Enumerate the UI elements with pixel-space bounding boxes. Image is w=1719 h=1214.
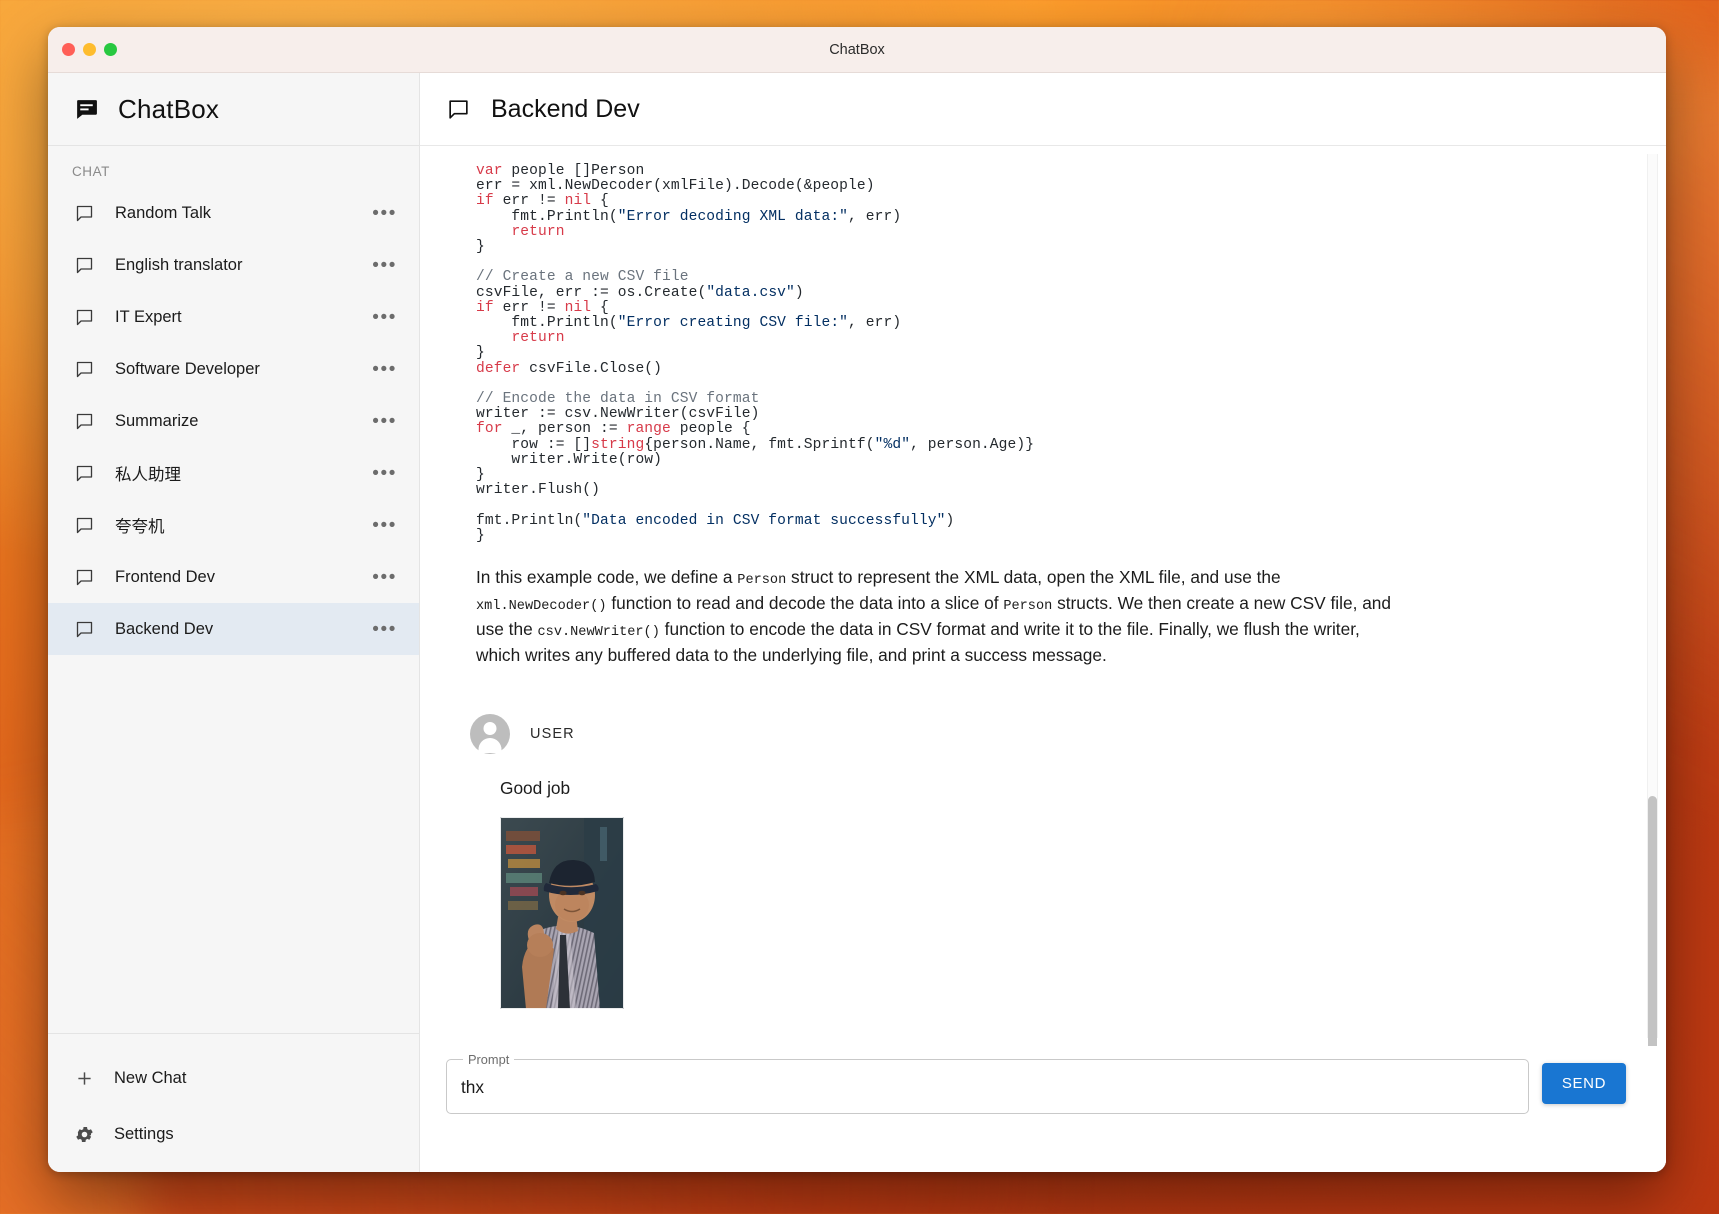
chat-section-label: CHAT	[48, 152, 419, 187]
window-titlebar: ChatBox	[48, 27, 1666, 73]
app-window: ChatBox ChatBox CHAT Random Talk•••Engli…	[48, 27, 1666, 1172]
chat-outline-icon	[74, 411, 95, 432]
prompt-input[interactable]: Prompt thx	[446, 1052, 1529, 1114]
sidebar-item-label: IT Expert	[115, 308, 352, 327]
inline-code: csv.NewWriter()	[538, 625, 660, 640]
sidebar-item-8[interactable]: Frontend Dev •••	[48, 551, 419, 603]
send-button[interactable]: SEND	[1542, 1063, 1626, 1104]
sidebar-item-menu-icon[interactable]: •••	[372, 204, 397, 223]
chat-outline-icon	[74, 307, 95, 328]
user-message: USER Good job	[446, 714, 1626, 1009]
chat-outline-icon	[74, 255, 95, 276]
gear-icon	[74, 1124, 95, 1145]
brand-title: ChatBox	[118, 94, 219, 125]
traffic-lights	[62, 43, 117, 56]
sidebar-item-label: 私人助理	[115, 461, 352, 485]
chat-outline-icon	[74, 463, 95, 484]
sidebar-item-menu-icon[interactable]: •••	[372, 464, 397, 483]
zoom-icon[interactable]	[104, 43, 117, 56]
sidebar-item-label: Frontend Dev	[115, 568, 352, 587]
conversation-header: Backend Dev	[420, 73, 1666, 146]
sidebar-item-2[interactable]: English translator •••	[48, 239, 419, 291]
conversation-scroll-area[interactable]: var people []Person err = xml.NewDecoder…	[420, 146, 1666, 1046]
scrollbar-thumb[interactable]	[1648, 796, 1657, 1046]
sidebar-item-7[interactable]: 夸夸机 •••	[48, 499, 419, 551]
close-icon[interactable]	[62, 43, 75, 56]
prompt-value[interactable]: thx	[461, 1077, 484, 1104]
main-panel: Backend Dev var people []Person err = xm…	[420, 73, 1666, 1172]
sidebar: ChatBox CHAT Random Talk•••English trans…	[48, 73, 420, 1172]
inline-code: Person	[737, 573, 786, 588]
sidebar-item-3[interactable]: IT Expert •••	[48, 291, 419, 343]
sidebar-item-6[interactable]: 私人助理 •••	[48, 447, 419, 499]
chat-outline-icon	[74, 515, 95, 536]
sidebar-item-label: Backend Dev	[115, 620, 352, 639]
sidebar-item-1[interactable]: Random Talk •••	[48, 187, 419, 239]
sidebar-item-label: English translator	[115, 256, 352, 275]
sidebar-item-menu-icon[interactable]: •••	[372, 412, 397, 431]
sidebar-footer: New Chat Settings	[48, 1033, 419, 1172]
sidebar-item-label: Random Talk	[115, 204, 352, 223]
code-block: var people []Person err = xml.NewDecoder…	[476, 164, 1626, 544]
sidebar-item-menu-icon[interactable]: •••	[372, 516, 397, 535]
inline-code: Person	[1003, 599, 1052, 614]
chat-outline-icon	[446, 97, 471, 122]
chat-outline-icon	[74, 567, 95, 588]
user-attachment-image[interactable]	[500, 817, 624, 1009]
chat-list: CHAT Random Talk ••• English translator •••…	[48, 146, 419, 1033]
minimize-icon[interactable]	[83, 43, 96, 56]
sidebar-item-menu-icon[interactable]: •••	[372, 308, 397, 327]
sidebar-item-label: Summarize	[115, 412, 352, 431]
paragraph-text: struct to represent the XML data, open t…	[786, 567, 1280, 587]
brand: ChatBox	[48, 73, 419, 146]
composer: Prompt thx SEND	[420, 1046, 1666, 1172]
page-title: Backend Dev	[491, 95, 640, 124]
prompt-label: Prompt	[463, 1052, 514, 1067]
new-chat-label: New Chat	[114, 1069, 186, 1088]
sidebar-item-label: 夸夸机	[115, 513, 352, 537]
plus-icon	[74, 1068, 95, 1089]
settings-button[interactable]: Settings	[48, 1106, 419, 1162]
chat-outline-icon	[74, 203, 95, 224]
user-role-label: USER	[530, 726, 575, 742]
user-message-text: Good job	[500, 778, 1626, 799]
inline-code: xml.NewDecoder()	[476, 599, 607, 614]
assistant-paragraph: In this example code, we define a Person…	[476, 566, 1396, 666]
person-avatar-icon	[470, 714, 510, 754]
chat-outline-icon	[74, 619, 95, 640]
chat-bubble-icon	[74, 97, 99, 122]
settings-label: Settings	[114, 1125, 174, 1144]
sidebar-item-menu-icon[interactable]: •••	[372, 256, 397, 275]
window-title: ChatBox	[48, 42, 1666, 58]
sidebar-item-4[interactable]: Software Developer •••	[48, 343, 419, 395]
new-chat-button[interactable]: New Chat	[48, 1050, 419, 1106]
sidebar-item-menu-icon[interactable]: •••	[372, 360, 397, 379]
sidebar-item-5[interactable]: Summarize •••	[48, 395, 419, 447]
paragraph-text: function to read and decode the data int…	[607, 593, 1004, 613]
sidebar-item-menu-icon[interactable]: •••	[372, 620, 397, 639]
sidebar-item-9[interactable]: Backend Dev •••	[48, 603, 419, 655]
sidebar-item-menu-icon[interactable]: •••	[372, 568, 397, 587]
chat-outline-icon	[74, 359, 95, 380]
sidebar-item-label: Software Developer	[115, 360, 352, 379]
paragraph-text: In this example code, we define a	[476, 567, 737, 587]
